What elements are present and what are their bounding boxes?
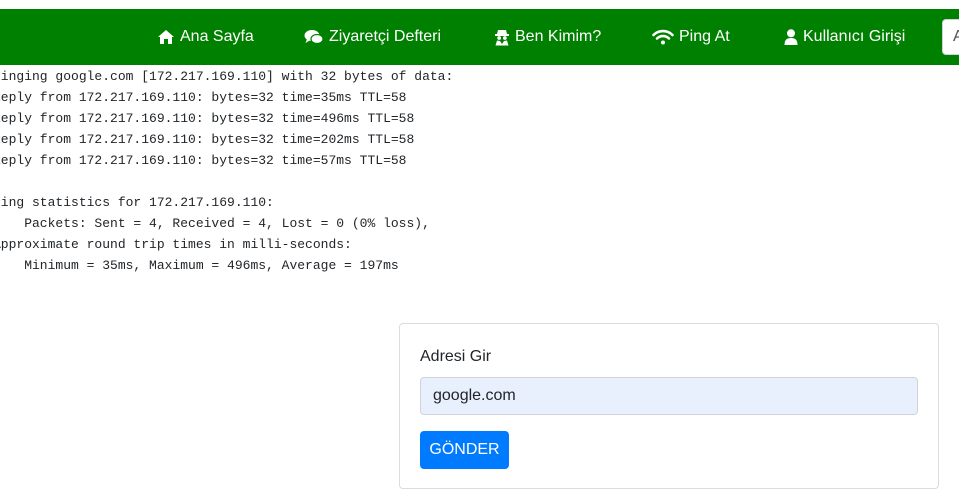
address-input[interactable] bbox=[420, 377, 918, 415]
ping-output-line: Reply from 172.217.169.110: bytes=32 tim… bbox=[0, 111, 415, 126]
ping-output-line: Reply from 172.217.169.110: bytes=32 tim… bbox=[0, 153, 407, 168]
ping-form-card: Adresi Gir GÖNDER bbox=[399, 323, 939, 489]
comments-icon bbox=[304, 30, 324, 45]
user-icon bbox=[784, 29, 798, 45]
wifi-icon bbox=[652, 29, 674, 45]
ping-output-line: Approximate round trip times in milli-se… bbox=[0, 237, 352, 252]
nav-item-login[interactable]: Kullanıcı Girişi bbox=[784, 9, 905, 65]
navbar: Ana Sayfa Ziyaretçi Defteri Ben Kimim? P… bbox=[0, 9, 959, 65]
nav-item-ping-label: Ping At bbox=[679, 28, 730, 45]
user-secret-icon bbox=[495, 30, 509, 46]
ping-output-line: Reply from 172.217.169.110: bytes=32 tim… bbox=[0, 90, 407, 105]
nav-search-input[interactable]: A bbox=[942, 19, 959, 55]
nav-item-home-label: Ana Sayfa bbox=[180, 28, 254, 45]
ping-output-line: Minimum = 35ms, Maximum = 496ms, Average… bbox=[0, 258, 399, 273]
nav-item-ping[interactable]: Ping At bbox=[652, 9, 730, 65]
address-label: Adresi Gir bbox=[420, 348, 492, 365]
home-icon bbox=[158, 30, 174, 44]
top-strip bbox=[0, 0, 959, 9]
ping-output-line: Reply from 172.217.169.110: bytes=32 tim… bbox=[0, 132, 415, 147]
nav-item-guestbook-label: Ziyaretçi Defteri bbox=[329, 28, 442, 45]
ping-output-line: Packets: Sent = 4, Received = 4, Lost = … bbox=[0, 216, 430, 231]
nav-item-whoami-label: Ben Kimim? bbox=[515, 28, 602, 45]
nav-item-whoami[interactable]: Ben Kimim? bbox=[494, 9, 601, 65]
ping-output: Pinging google.com [172.217.169.110] wit… bbox=[0, 66, 453, 276]
ping-output-line bbox=[0, 171, 453, 192]
nav-item-home[interactable]: Ana Sayfa bbox=[157, 9, 254, 65]
nav-item-login-label: Kullanıcı Girişi bbox=[803, 28, 906, 45]
nav-search-text: A bbox=[953, 28, 959, 45]
submit-button[interactable]: GÖNDER bbox=[420, 431, 509, 469]
ping-output-line: Pinging google.com [172.217.169.110] wit… bbox=[0, 69, 454, 84]
nav-item-guestbook[interactable]: Ziyaretçi Defteri bbox=[304, 9, 441, 65]
ping-output-line: Ping statistics for 172.217.169.110: bbox=[0, 195, 274, 210]
